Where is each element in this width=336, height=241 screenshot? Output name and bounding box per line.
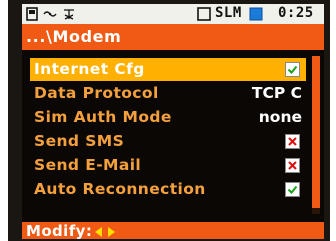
breadcrumb: ...\Modem	[22, 24, 324, 50]
checkbox-checked[interactable]	[285, 182, 300, 197]
menu-item-auto-reconnection[interactable]: Auto Reconnection	[30, 178, 306, 201]
clock: 0:25	[278, 5, 314, 21]
menu-item-sim-auth-mode[interactable]: Sim Auth Mode none	[30, 106, 306, 129]
menu-item-label: Sim Auth Mode	[34, 108, 172, 126]
screen: SLM 0:25 ...\Modem Internet Cfg Data Pro…	[22, 4, 324, 239]
menu-item-label: Internet Cfg	[34, 60, 145, 78]
device-frame: SLM 0:25 ...\Modem Internet Cfg Data Pro…	[8, 0, 330, 241]
transmit-icon	[64, 9, 74, 20]
battery-icon	[26, 7, 38, 21]
checkbox-unchecked[interactable]	[285, 158, 300, 173]
arrow-left-icon[interactable]	[95, 227, 102, 237]
mode-indicator: SLM	[215, 5, 242, 21]
menu-item-value: none	[258, 108, 302, 126]
signal-icon	[43, 11, 57, 17]
check-icon	[287, 185, 298, 194]
menu-item-send-sms[interactable]: Send SMS	[30, 130, 306, 153]
menu-item-label: Auto Reconnection	[34, 180, 206, 198]
menu-item-label: Send SMS	[34, 132, 125, 150]
record-icon	[249, 7, 263, 21]
arrow-right-icon[interactable]	[108, 227, 115, 237]
menu-item-value: TCP C	[251, 84, 302, 102]
menu-item-label: Data Protocol	[34, 84, 159, 102]
menu-list: Internet Cfg Data Protocol TCP C Sim Aut…	[22, 50, 324, 220]
scrollbar-thumb[interactable]	[312, 56, 320, 208]
breadcrumb-label: ...\Modem	[26, 27, 122, 46]
cross-icon	[288, 161, 297, 170]
footer-label: Modify:	[26, 222, 93, 239]
menu-item-send-email[interactable]: Send E-Mail	[30, 154, 306, 177]
footer-bar: Modify:	[22, 222, 324, 239]
check-icon	[287, 65, 298, 74]
status-bar: SLM 0:25	[22, 4, 324, 24]
menu-item-label: Send E-Mail	[34, 156, 142, 174]
cross-icon	[288, 137, 297, 146]
window-icon	[197, 7, 211, 21]
checkbox-unchecked[interactable]	[285, 134, 300, 149]
menu-item-data-protocol[interactable]: Data Protocol TCP C	[30, 82, 306, 105]
menu-item-internet-cfg[interactable]: Internet Cfg	[30, 58, 306, 81]
checkbox-checked[interactable]	[285, 62, 300, 77]
